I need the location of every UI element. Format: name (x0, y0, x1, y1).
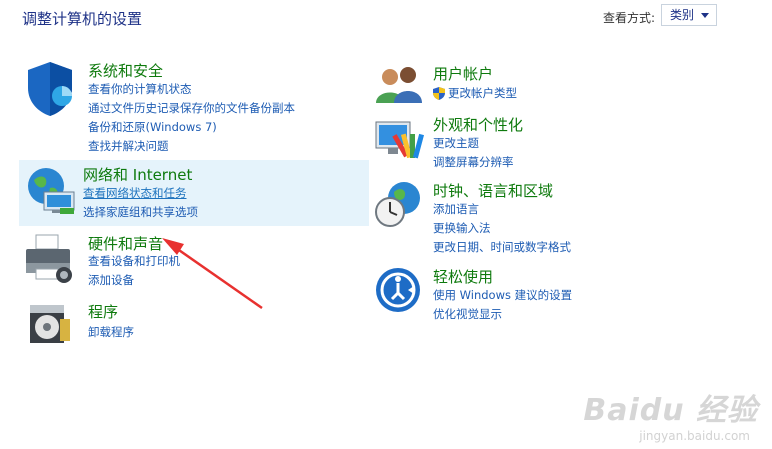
link-optimize-visual[interactable]: 优化视觉显示 (433, 306, 502, 322)
page-title: 调整计算机的设置 (22, 10, 143, 28)
category-ease-of-access: 轻松使用 使用 Windows 建议的设置 优化视觉显示 (374, 266, 734, 322)
category-title[interactable]: 硬件和声音 (88, 233, 163, 254)
watermark-logo: Baidu 经验 (583, 393, 758, 428)
category-system-security: 系统和安全 查看你的计算机状态 通过文件历史记录保存你的文件备份副本 备份和还原… (24, 60, 374, 155)
link-devices-printers[interactable]: 查看设备和打印机 (88, 253, 180, 269)
printer-icon[interactable] (24, 233, 78, 287)
link-change-input-method[interactable]: 更换输入法 (433, 220, 491, 236)
link-change-date-time-format[interactable]: 更改日期、时间或数字格式 (433, 239, 571, 255)
link-backup-restore[interactable]: 备份和还原(Windows 7) (88, 119, 217, 135)
link-change-account-type-wrapper: 更改帐户类型 (433, 85, 517, 101)
category-programs: 程序 卸载程序 (24, 301, 374, 343)
link-add-language[interactable]: 添加语言 (433, 201, 479, 217)
monitor-palette-icon[interactable] (374, 114, 428, 168)
view-by-value: 类别 (670, 8, 695, 22)
category-title[interactable]: 系统和安全 (88, 60, 163, 81)
category-title[interactable]: 用户帐户 (433, 63, 493, 84)
view-by-label: 查看方式: (603, 11, 656, 25)
watermark-url: jingyan.baidu.com (639, 429, 750, 443)
ease-of-access-icon[interactable] (374, 266, 428, 320)
category-title[interactable]: 时钟、语言和区域 (433, 180, 553, 201)
link-change-account-type[interactable]: 更改帐户类型 (448, 85, 517, 101)
category-appearance: 外观和个性化 更改主题 调整屏幕分辨率 (374, 114, 714, 169)
category-title[interactable]: 外观和个性化 (433, 114, 523, 135)
link-view-computer-status[interactable]: 查看你的计算机状态 (88, 81, 192, 97)
link-uninstall-program[interactable]: 卸载程序 (88, 324, 134, 340)
clock-globe-icon[interactable] (374, 180, 428, 234)
link-network-status[interactable]: 查看网络状态和任务 (83, 185, 187, 201)
category-network-internet: 网络和 Internet 查看网络状态和任务 选择家庭组和共享选项 (19, 160, 369, 226)
link-screen-resolution[interactable]: 调整屏幕分辨率 (433, 154, 514, 170)
network-globe-icon[interactable] (24, 164, 78, 218)
link-troubleshoot[interactable]: 查找并解决问题 (88, 138, 169, 154)
uac-shield-icon (433, 86, 445, 100)
link-add-device[interactable]: 添加设备 (88, 272, 134, 288)
category-title[interactable]: 程序 (88, 301, 118, 322)
category-user-accounts: 用户帐户 更改帐户类型 (374, 63, 714, 103)
view-by-select[interactable]: 类别 (661, 4, 717, 26)
category-title[interactable]: 轻松使用 (433, 266, 493, 287)
category-clock-language-region: 时钟、语言和区域 添加语言 更换输入法 更改日期、时间或数字格式 (374, 180, 734, 255)
security-shield-icon[interactable] (24, 60, 78, 116)
category-title[interactable]: 网络和 Internet (83, 164, 192, 185)
link-windows-recommended[interactable]: 使用 Windows 建议的设置 (433, 287, 572, 303)
programs-disc-icon[interactable] (28, 301, 82, 355)
link-change-theme[interactable]: 更改主题 (433, 135, 479, 151)
category-hardware-sound: 硬件和声音 查看设备和打印机 添加设备 (24, 233, 374, 288)
chevron-down-icon (701, 13, 709, 18)
link-file-history[interactable]: 通过文件历史记录保存你的文件备份副本 (88, 100, 295, 116)
link-homegroup[interactable]: 选择家庭组和共享选项 (83, 204, 198, 220)
users-icon[interactable] (374, 63, 428, 117)
